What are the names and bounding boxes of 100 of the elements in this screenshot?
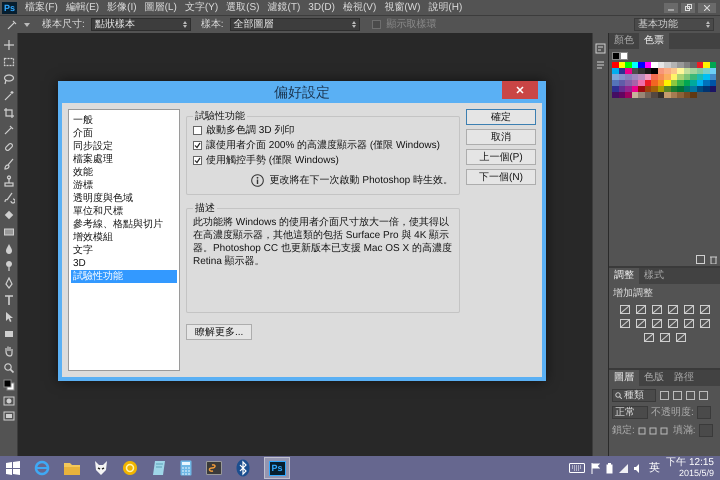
history-brush-icon[interactable]	[2, 192, 14, 204]
adjustment-icon[interactable]	[660, 333, 670, 342]
move-icon[interactable]	[2, 39, 14, 51]
layer-filter-dropdown[interactable]: 種類	[612, 389, 656, 402]
color-swatch[interactable]	[625, 80, 632, 86]
dialog-button[interactable]: 上一個(P)	[466, 149, 536, 165]
color-swatch[interactable]	[612, 92, 618, 98]
adjustment-icon[interactable]	[700, 305, 710, 314]
color-swatch[interactable]	[638, 92, 644, 98]
color-swatch[interactable]	[690, 86, 696, 92]
color-swatch[interactable]	[664, 74, 670, 80]
panel-tab[interactable]: 路徑	[669, 370, 699, 386]
wand-icon[interactable]	[2, 90, 14, 102]
signal-icon[interactable]	[619, 464, 628, 472]
terminal-icon[interactable]	[206, 461, 222, 475]
color-swatch[interactable]	[664, 86, 670, 92]
menu-item[interactable]: 編輯(E)	[66, 1, 100, 14]
color-swatch[interactable]	[651, 86, 658, 92]
color-swatch[interactable]	[664, 68, 670, 74]
close-button[interactable]	[502, 81, 538, 99]
adjustment-icon[interactable]	[620, 319, 630, 328]
checkbox[interactable]	[193, 141, 202, 150]
menu-item[interactable]: 視窗(W)	[384, 1, 420, 14]
color-swatch[interactable]	[690, 68, 696, 74]
adjustment-icon[interactable]	[668, 319, 678, 328]
battery-icon[interactable]	[606, 462, 614, 474]
trash-icon[interactable]	[709, 255, 718, 264]
color-swatch[interactable]	[677, 74, 684, 80]
bluetooth-icon[interactable]	[236, 459, 250, 477]
color-swatch[interactable]	[612, 74, 618, 80]
color-swatch[interactable]	[651, 80, 658, 86]
menu-item[interactable]: 濾鏡(T)	[268, 1, 300, 14]
menu-item[interactable]: 檔案(F)	[25, 1, 58, 14]
flag-icon[interactable]	[591, 462, 600, 474]
menu-item[interactable]: 檢視(V)	[342, 1, 376, 14]
category-item[interactable]: 一般	[71, 114, 177, 127]
panel-tab[interactable]: 色版	[639, 370, 669, 386]
category-item[interactable]: 參考線、格點與切片	[71, 218, 177, 231]
dialog-button[interactable]: 下一個(N)	[466, 169, 536, 185]
start-icon[interactable]	[6, 461, 20, 475]
new-swatch-icon[interactable]	[696, 255, 705, 264]
menu-item[interactable]: 說明(H)	[428, 1, 462, 14]
calculator-icon[interactable]	[180, 460, 192, 476]
notebook-icon[interactable]	[152, 460, 166, 476]
color-swatch[interactable]	[651, 68, 658, 74]
color-swatch[interactable]	[651, 74, 658, 80]
workspace-dropdown[interactable]: 基本功能	[634, 18, 714, 31]
color-swatch[interactable]	[677, 80, 684, 86]
category-item[interactable]: 透明度與色域	[71, 192, 177, 205]
color-swatch[interactable]	[651, 92, 658, 98]
color-swatch[interactable]	[612, 62, 618, 68]
checkbox[interactable]	[193, 156, 202, 165]
photoshop-taskbar-button[interactable]: Ps	[264, 457, 290, 479]
menu-item[interactable]: 影像(I)	[107, 1, 137, 14]
adjustment-icon[interactable]	[684, 305, 694, 314]
zoom-icon[interactable]	[2, 362, 14, 374]
panel-tab[interactable]: 調整	[609, 268, 639, 284]
color-swatch[interactable]	[625, 86, 632, 92]
restore-button[interactable]	[681, 2, 695, 12]
mask-icon[interactable]	[94, 460, 108, 476]
color-swatch[interactable]	[664, 92, 670, 98]
blend-mode-dropdown[interactable]: 正常	[612, 406, 648, 419]
gradient-icon[interactable]	[2, 226, 14, 238]
color-swatch[interactable]	[677, 92, 684, 98]
adjustment-icon[interactable]	[668, 305, 678, 314]
color-swatch[interactable]	[625, 62, 632, 68]
color-swatch[interactable]	[677, 62, 684, 68]
lasso-icon[interactable]	[2, 73, 14, 85]
color-swatch[interactable]	[651, 62, 658, 68]
adjustment-icon[interactable]	[700, 319, 710, 328]
color-swatch[interactable]	[638, 62, 644, 68]
browser-icon[interactable]	[34, 460, 50, 476]
dialog-button[interactable]: 取消	[466, 129, 536, 145]
color-swatch[interactable]	[690, 74, 696, 80]
sample-dropdown[interactable]: 全部圖層	[230, 18, 360, 31]
close-button[interactable]	[698, 2, 716, 12]
color-swatch[interactable]	[690, 80, 696, 86]
menu-item[interactable]: 文字(Y)	[184, 1, 218, 14]
color-swatch[interactable]	[664, 62, 670, 68]
panel-tab[interactable]: 圖層	[609, 370, 639, 386]
folder-icon[interactable]	[64, 461, 80, 475]
menu-item[interactable]: 3D(D)	[308, 1, 335, 14]
eyedropper-icon[interactable]	[2, 124, 14, 136]
color-swatch[interactable]	[638, 74, 644, 80]
color-swatch[interactable]	[612, 80, 618, 86]
category-item[interactable]: 3D	[71, 257, 177, 270]
category-item[interactable]: 檔案處理	[71, 153, 177, 166]
category-item[interactable]: 同步設定	[71, 140, 177, 153]
color-swatch[interactable]	[690, 92, 696, 98]
panel-tab[interactable]: 樣式	[639, 268, 669, 284]
color-swatch[interactable]	[612, 68, 618, 74]
color-swatch[interactable]	[625, 74, 632, 80]
type-tool-icon[interactable]	[2, 294, 14, 306]
color-swatch[interactable]	[703, 80, 710, 86]
color-swatch[interactable]	[690, 62, 696, 68]
keyboard-icon[interactable]	[569, 463, 586, 473]
learn-more-button[interactable]: 瞭解更多...	[186, 324, 252, 340]
paragraph-icon[interactable]	[595, 60, 606, 71]
color-swatch[interactable]	[638, 80, 644, 86]
category-item[interactable]: 增效模組	[71, 231, 177, 244]
